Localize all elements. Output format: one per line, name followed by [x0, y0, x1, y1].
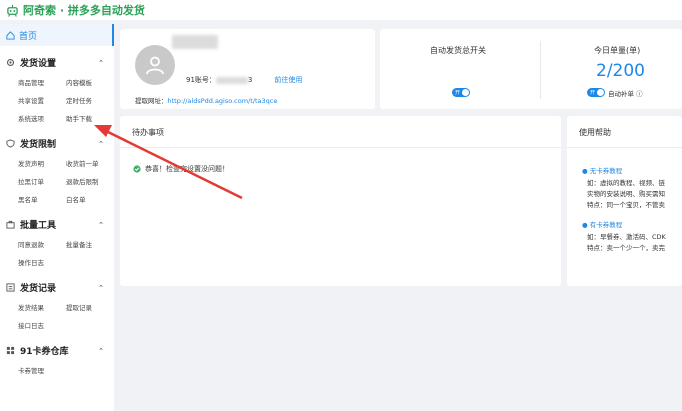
sidebar-item-refund-limits[interactable]: 退款后限制 [66, 172, 114, 190]
today-orders-label: 今日单量(单) [594, 46, 641, 55]
todo-message: 恭喜！检查完设置没问题！ [133, 164, 229, 174]
help-text: 实物的安装说明、购买需知 [587, 190, 665, 198]
auto-ship-label: 自动发货总开关 [430, 46, 486, 55]
sidebar-item-ship-statement[interactable]: 发货声明 [18, 154, 66, 172]
help-title: 使用帮助 [579, 128, 611, 137]
brand-title: 阿奇索 · 拼多多自动发货 [23, 4, 145, 17]
sidebar-item-blacklist[interactable]: 黑名单 [18, 190, 66, 208]
fetch-url-link[interactable]: http://aldsPdd.agiso.com/t/ta3qce [168, 97, 278, 105]
section-title: 发货限制 [20, 140, 57, 150]
help-text: 如：虚拟的教程、视频、链 [587, 179, 665, 187]
stats-divider [540, 41, 541, 99]
top-bar: 阿奇索 · 拼多多自动发货 [0, 0, 682, 20]
sidebar-item-ship-results[interactable]: 发货结果 [18, 298, 66, 316]
sidebar-item-products[interactable]: 商品管理 [18, 73, 66, 91]
briefcase-icon [6, 220, 15, 229]
account-label: 91账号： [186, 76, 216, 84]
chevron-up-icon: ⌃ [98, 220, 104, 229]
section-title: 发货记录 [20, 284, 57, 294]
help-text: 特点：同一个宝贝，不管卖 [587, 201, 665, 209]
stats-card: 自动发货总开关 开 今日单量(单) 2/200 开 自动补单 ⓘ [380, 29, 682, 109]
fetch-line: 提取网址：http://aldsPdd.agiso.com/t/ta3qce [135, 95, 277, 105]
sidebar-item-label: 首页 [19, 31, 38, 42]
auto-refill-toggle[interactable]: 开 [587, 88, 605, 97]
sidebar-section-ship-settings[interactable]: 发货设置 ⌃ [0, 54, 114, 71]
check-circle-icon [133, 165, 141, 173]
profile-card: 91账号： 3 前往使用 提取网址：http://aldsPdd.agiso.com… [120, 29, 375, 109]
chevron-up-icon: ⌃ [98, 283, 104, 292]
sidebar-item-block-orders[interactable]: 拉黑订单 [18, 172, 66, 190]
sidebar-item-system-options[interactable]: 系统选项 [18, 109, 66, 127]
todo-title: 待办事项 [132, 128, 164, 137]
sidebar-section-card-warehouse[interactable]: 91卡券仓库 ⌃ [0, 342, 114, 359]
account-suffix: 3 [247, 76, 253, 84]
section-title: 91卡券仓库 [20, 347, 69, 357]
sidebar-section-ship-records[interactable]: 发货记录 ⌃ [0, 279, 114, 296]
fetch-label: 提取网址： [135, 97, 168, 105]
sidebar-section-batch-tools[interactable]: 批量工具 ⌃ [0, 216, 114, 233]
avatar [135, 45, 175, 85]
sidebar-item-pre-receipt[interactable]: 收货前一单 [66, 154, 114, 172]
sidebar: 首页 发货设置 ⌃ 商品管理 内容模板 共享设置 定时任务 系统选项 助手下载 … [0, 24, 114, 411]
auto-refill-label: 自动补单 ⓘ [608, 90, 643, 98]
robot-logo-icon [5, 3, 19, 17]
help-circle-icon: ⓘ [636, 90, 643, 98]
help-panel: 使用帮助 ● 无卡券教程 如：虚拟的教程、视频、链 实物的安装说明、购买需知 特… [567, 116, 682, 286]
chevron-up-icon: ⌃ [98, 58, 104, 67]
sidebar-item-approve-refund[interactable]: 同意退款 [18, 235, 66, 253]
card-tutorial-link[interactable]: ● 有卡券教程 [582, 219, 622, 229]
sidebar-item-assistant-download[interactable]: 助手下载 [66, 109, 114, 127]
sidebar-item-scheduled-tasks[interactable]: 定时任务 [66, 91, 114, 109]
gear-icon [6, 58, 15, 67]
list-icon [6, 283, 15, 292]
use-link[interactable]: 前往使用 [274, 76, 302, 84]
no-card-tutorial-link[interactable]: ● 无卡券教程 [582, 165, 622, 175]
sidebar-item-fetch-records[interactable]: 提取记录 [66, 298, 114, 316]
todo-panel: 待办事项 恭喜！检查完设置没问题！ [120, 116, 561, 286]
sidebar-item-batch-notes[interactable]: 批量备注 [66, 235, 114, 253]
sidebar-item-sharing[interactable]: 共享设置 [18, 91, 66, 109]
sidebar-item-card-management[interactable]: 卡券管理 [18, 361, 66, 379]
shield-icon [6, 139, 15, 148]
chevron-up-icon: ⌃ [98, 346, 104, 355]
account-line: 91账号： 3 前往使用 [186, 75, 302, 85]
home-icon [6, 30, 15, 40]
chevron-up-icon: ⌃ [98, 139, 104, 148]
sidebar-section-ship-limits[interactable]: 发货限制 ⌃ [0, 135, 114, 152]
user-icon [146, 56, 164, 75]
section-title: 批量工具 [20, 221, 57, 231]
section-title: 发货设置 [20, 59, 57, 69]
help-text: 如：早餐券、激活码、CDK [587, 233, 666, 241]
sidebar-item-home[interactable]: 首页 [0, 24, 114, 46]
sidebar-item-whitelist[interactable]: 白名单 [66, 190, 114, 208]
help-text: 特点：卖一个少一个，卖完 [587, 244, 665, 252]
sidebar-item-api-log[interactable]: 接口日志 [18, 316, 66, 334]
sidebar-item-operation-log[interactable]: 操作日志 [18, 253, 66, 271]
sidebar-item-templates[interactable]: 内容模板 [66, 73, 114, 91]
today-orders-value: 2/200 [596, 61, 645, 81]
auto-ship-toggle[interactable]: 开 [452, 88, 470, 97]
redacted-account [215, 76, 248, 84]
grid-icon [6, 346, 15, 355]
redacted-username [172, 35, 218, 49]
